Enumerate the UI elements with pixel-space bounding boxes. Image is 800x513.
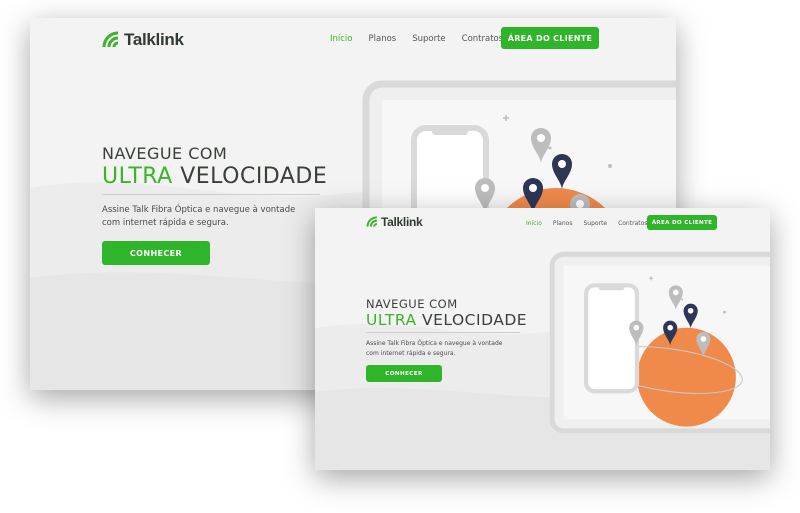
brand-name: Talklink bbox=[124, 30, 184, 49]
hero-title-highlight: ULTRA bbox=[102, 164, 173, 189]
brand-name: Talklink bbox=[381, 215, 423, 229]
hero-title-line2: ULTRA VELOCIDADE bbox=[102, 164, 327, 189]
planet-globe bbox=[636, 327, 736, 427]
conhecer-button[interactable]: CONHECER bbox=[366, 365, 442, 382]
nav-item-suporte[interactable]: Suporte bbox=[583, 220, 607, 227]
nav-item-planos[interactable]: Planos bbox=[553, 220, 573, 227]
nav-item-inicio[interactable]: Início bbox=[330, 34, 353, 44]
brand-logo[interactable]: Talklink bbox=[102, 30, 184, 50]
hero-title-line2: ULTRA VELOCIDADE bbox=[366, 311, 527, 329]
hero-illustration bbox=[549, 251, 770, 434]
signal-logo-icon bbox=[366, 216, 378, 227]
hero-divider bbox=[366, 332, 520, 333]
hero-title-rest: VELOCIDADE bbox=[416, 311, 528, 329]
hero-title-line1: NAVEGUE COM bbox=[366, 297, 458, 311]
nav-item-planos[interactable]: Planos bbox=[369, 34, 397, 44]
client-area-button[interactable]: ÁREA DO CLIENTE bbox=[647, 215, 717, 230]
landing-page-preview-small: Talklink Início Planos Suporte Contratos… bbox=[315, 208, 770, 470]
conhecer-button[interactable]: CONHECER bbox=[102, 241, 210, 265]
nav-item-suporte[interactable]: Suporte bbox=[412, 34, 445, 44]
phone-device bbox=[584, 283, 640, 394]
hero-divider bbox=[102, 194, 320, 195]
client-area-button[interactable]: ÁREA DO CLIENTE bbox=[501, 27, 599, 49]
nav-item-contratos[interactable]: Contratos bbox=[618, 220, 647, 227]
signal-logo-icon bbox=[102, 31, 119, 48]
hero-subtitle-line2: com internet rápida e segura. bbox=[102, 218, 229, 228]
brand-logo[interactable]: Talklink bbox=[366, 215, 423, 229]
main-nav: Início Planos Suporte Contratos bbox=[526, 220, 647, 227]
main-nav: Início Planos Suporte Contratos bbox=[330, 34, 503, 44]
nav-item-contratos[interactable]: Contratos bbox=[462, 34, 504, 44]
hero-subtitle-line1: Assine Talk Fibra Óptica e navegue à von… bbox=[366, 340, 503, 347]
hero-subtitle-line2: com internet rápida e segura. bbox=[366, 349, 456, 357]
hero-title-line1: NAVEGUE COM bbox=[102, 144, 228, 163]
hero-title-rest: VELOCIDADE bbox=[172, 164, 328, 189]
hero-subtitle: Assine Talk Fibra Óptica e navegue à von… bbox=[366, 339, 502, 358]
hero-subtitle: Assine Talk Fibra Óptica e navegue à von… bbox=[102, 204, 295, 230]
hero-title-highlight: ULTRA bbox=[366, 311, 417, 329]
nav-item-inicio[interactable]: Início bbox=[526, 220, 542, 227]
hero-subtitle-line1: Assine Talk Fibra Óptica e navegue à von… bbox=[102, 205, 296, 215]
